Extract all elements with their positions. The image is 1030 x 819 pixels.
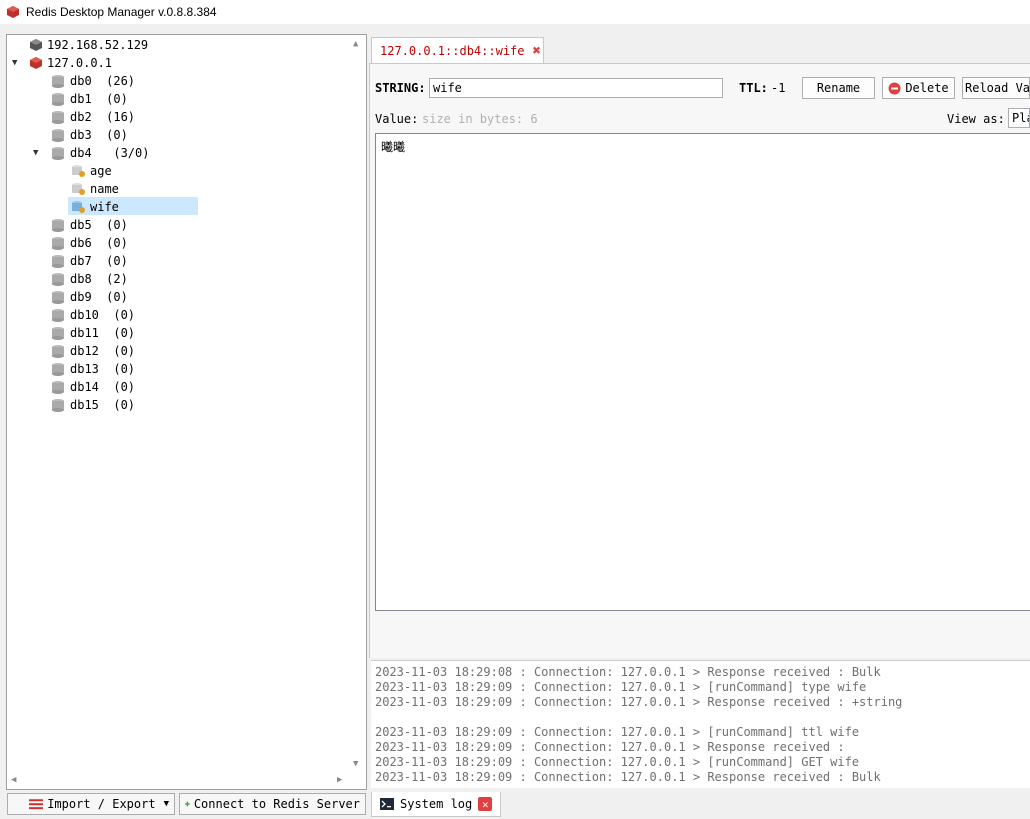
tree-db-item[interactable]: db8 (2): [50, 270, 128, 288]
tree-db-item[interactable]: db7 (0): [50, 252, 128, 270]
key-icon: [72, 165, 85, 177]
tree-db-item[interactable]: db3 (0): [50, 126, 128, 144]
connection-tree[interactable]: 192.168.52.129 ▼ 127.0.0.1 db0 (26) db1 …: [6, 34, 367, 790]
database-icon: [52, 219, 64, 232]
title-bar: Redis Desktop Manager v.0.8.8.384: [0, 0, 1030, 24]
scroll-right-icon[interactable]: ▶: [337, 775, 342, 785]
tree-server-192-168-52-129[interactable]: 192.168.52.129: [29, 36, 148, 54]
key-icon: [72, 183, 85, 195]
database-icon: [52, 129, 64, 142]
key-name-input[interactable]: wife: [429, 78, 723, 98]
tab-system-log[interactable]: System log ✕: [371, 792, 501, 817]
log-line: 2023-11-03 18:29:09 : Connection: 127.0.…: [375, 695, 903, 709]
tree-key-item[interactable]: age: [70, 162, 112, 180]
reload-value-button[interactable]: Reload Val: [962, 77, 1030, 99]
tree-db-item[interactable]: db4 (3/0): [50, 144, 149, 162]
delete-button[interactable]: Delete: [882, 77, 955, 99]
database-icon: [52, 381, 64, 394]
tree-db-item[interactable]: db9 (0): [50, 288, 128, 306]
database-icon: [52, 255, 64, 268]
tree-db-item[interactable]: db11 (0): [50, 324, 135, 342]
database-icon: [52, 363, 64, 376]
view-as-select[interactable]: Pla: [1008, 108, 1030, 128]
scroll-down-icon[interactable]: ▼: [353, 759, 358, 769]
tab-key-editor[interactable]: 127.0.0.1::db4::wife ✖: [371, 37, 544, 64]
add-icon: [185, 801, 190, 807]
chevron-down-icon[interactable]: ▼: [12, 58, 17, 68]
tree-db-item[interactable]: db15 (0): [50, 396, 135, 414]
server-disconnected-icon: [30, 39, 42, 51]
server-connected-icon: [30, 57, 42, 69]
tree-vertical-scrollbar[interactable]: ▲ ▼: [350, 35, 366, 775]
import-export-button[interactable]: Import / Export ▼: [7, 793, 175, 815]
database-icon: [52, 291, 64, 304]
database-icon: [52, 273, 64, 286]
window-title: Redis Desktop Manager v.0.8.8.384: [26, 5, 217, 19]
scroll-up-icon[interactable]: ▲: [353, 39, 358, 49]
close-icon[interactable]: ✕: [478, 797, 493, 811]
database-icon: [52, 327, 64, 340]
log-line: 2023-11-03 18:29:09 : Connection: 127.0.…: [375, 740, 845, 754]
ttl-label: TTL:: [739, 81, 768, 95]
log-line: 2023-11-03 18:29:09 : Connection: 127.0.…: [375, 725, 860, 739]
ttl-value: -1: [771, 81, 786, 95]
view-as-label: View as:: [947, 112, 1005, 126]
scroll-left-icon[interactable]: ◀: [11, 775, 16, 785]
system-log-panel[interactable]: 2023-11-03 18:29:08 : Connection: 127.0.…: [371, 660, 1030, 788]
value-text: 曦曦: [381, 140, 406, 154]
tree-key-item[interactable]: name: [70, 180, 119, 198]
tree-key-item-selected[interactable]: wife: [70, 198, 119, 216]
log-line: 2023-11-03 18:29:09 : Connection: 127.0.…: [375, 755, 860, 769]
value-size-hint: size in bytes: 6: [422, 112, 538, 126]
database-icon: [52, 75, 64, 88]
menu-icon: [29, 799, 44, 810]
database-icon: [52, 147, 64, 160]
tree-db-item[interactable]: db10 (0): [50, 306, 135, 324]
tree-db-item[interactable]: db0 (26): [50, 72, 135, 90]
delete-icon: [888, 82, 901, 94]
log-line: 2023-11-03 18:29:09 : Connection: 127.0.…: [375, 770, 881, 784]
tree-db-item[interactable]: db14 (0): [50, 378, 135, 396]
log-line: 2023-11-03 18:29:09 : Connection: 127.0.…: [375, 680, 867, 694]
key-icon: [72, 201, 85, 213]
tree-db-item[interactable]: db12 (0): [50, 342, 135, 360]
connect-to-redis-server-button[interactable]: Connect to Redis Server: [179, 793, 366, 815]
chevron-down-icon[interactable]: ▼: [33, 148, 38, 158]
database-icon: [52, 93, 64, 106]
tree-db-item[interactable]: db6 (0): [50, 234, 128, 252]
log-line: 2023-11-03 18:29:08 : Connection: 127.0.…: [375, 665, 881, 679]
database-icon: [52, 237, 64, 250]
close-icon[interactable]: ✖: [533, 43, 541, 59]
terminal-icon: [380, 798, 394, 810]
tree-db-item[interactable]: db2 (16): [50, 108, 135, 126]
database-icon: [52, 111, 64, 124]
tree-server-127-0-0-1[interactable]: 127.0.0.1: [29, 54, 112, 72]
key-type-label: STRING:: [375, 81, 426, 95]
tree-db-item[interactable]: db1 (0): [50, 90, 128, 108]
database-icon: [52, 309, 64, 322]
redis-logo-icon: [7, 6, 19, 18]
chevron-down-icon: ▼: [163, 799, 169, 809]
database-icon: [52, 345, 64, 358]
value-editor[interactable]: 曦曦: [375, 133, 1030, 611]
tree-horizontal-scrollbar[interactable]: ◀ ▶: [7, 773, 351, 789]
tree-db-item[interactable]: db13 (0): [50, 360, 135, 378]
value-label: Value:: [375, 112, 419, 126]
database-icon: [52, 399, 64, 412]
tree-db-item[interactable]: db5 (0): [50, 216, 128, 234]
rename-button[interactable]: Rename: [802, 77, 875, 99]
